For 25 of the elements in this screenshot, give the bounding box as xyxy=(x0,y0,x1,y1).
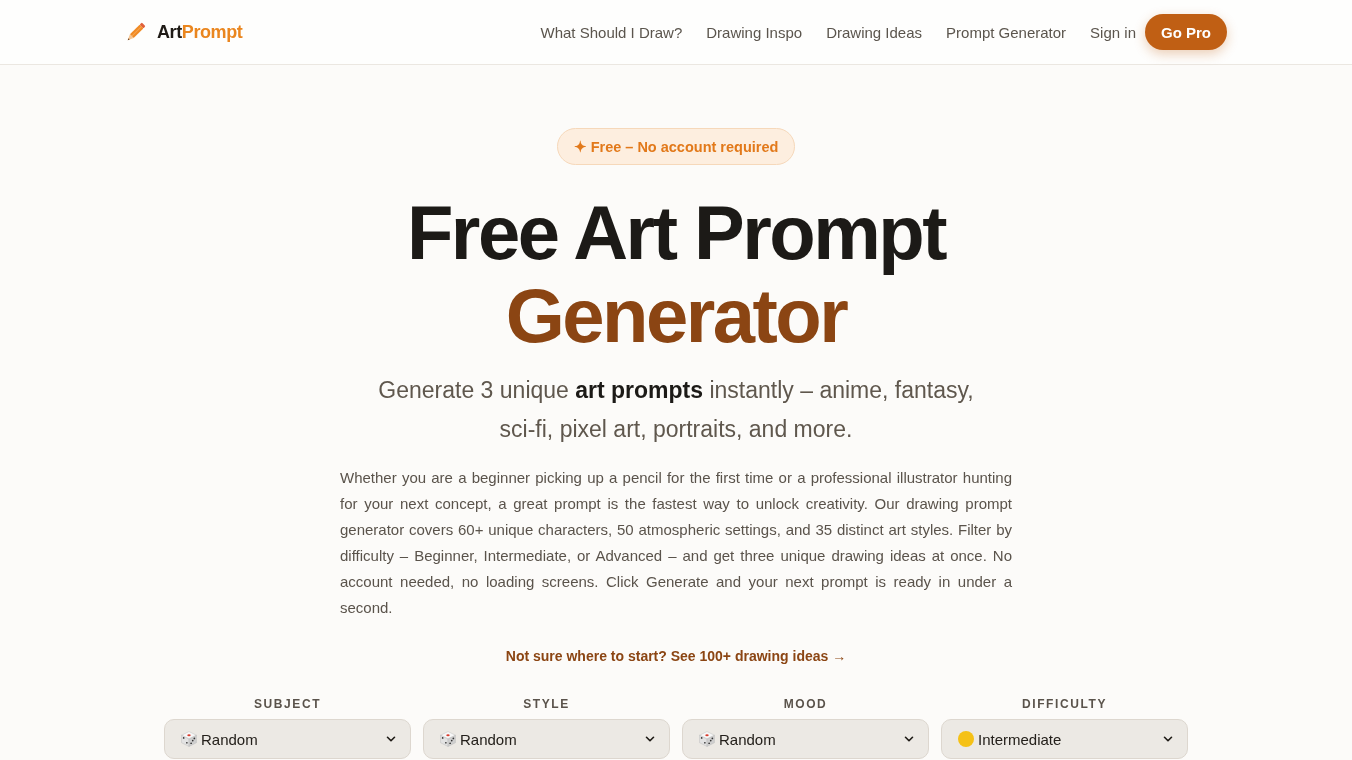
subtitle: Generate 3 unique art prompts instantly – anime, fantasy, sci-fi, pixel art, portraits, and more. xyxy=(377,376,975,444)
nav-link[interactable]: Drawing Ideas xyxy=(826,23,923,41)
description-paragraph: Whether you are a beginner picking up a pencil for the first time or a professional illustrator hunting for your next concept, a great prompt is the fastest way to unlock creativity. Our drawing prompt generator covers 60+ unique characters, 50 atmospheric settings, and 35 distinct art styles. Filter by difficulty – Beginner, Intermediate, or Advanced – and get three unique drawing ideas at once. No account needed, no loading screens. Click Generate and your next prompt is ready in under a second. xyxy=(340,468,1012,618)
free-badge: ✦ Free – No account required xyxy=(556,128,796,165)
pencil-icon xyxy=(125,21,146,43)
sign-in-link[interactable]: Sign in xyxy=(1090,23,1136,41)
filter-select[interactable]: Random xyxy=(682,719,929,759)
filter-select[interactable]: Random xyxy=(164,719,411,759)
filter-select[interactable]: Random xyxy=(423,719,670,759)
go-pro-button[interactable]: Go Pro xyxy=(1145,14,1227,50)
logo-link[interactable]: ArtPrompt xyxy=(125,21,243,43)
page-title-accent: Generator xyxy=(504,274,847,357)
nav-link[interactable]: Prompt Generator xyxy=(946,23,1067,41)
filter-label: STYLE xyxy=(523,696,570,712)
page-title: Free Art Prompt xyxy=(406,191,946,274)
dice-icon xyxy=(440,731,456,747)
filter-label: DIFFICULTY xyxy=(1021,696,1108,712)
drawing-ideas-link[interactable]: Not sure where to start? See 100+ drawing ideas → xyxy=(505,646,847,666)
filter-label: MOOD xyxy=(783,696,828,712)
dice-icon xyxy=(699,731,715,747)
dice-icon xyxy=(181,731,197,747)
nav-link[interactable]: Drawing Inspo xyxy=(706,23,803,41)
nav-link[interactable]: What Should I Draw? xyxy=(540,23,683,41)
filter-label: SUBJECT xyxy=(253,696,322,712)
filter-select[interactable]: Intermediate xyxy=(941,719,1188,759)
